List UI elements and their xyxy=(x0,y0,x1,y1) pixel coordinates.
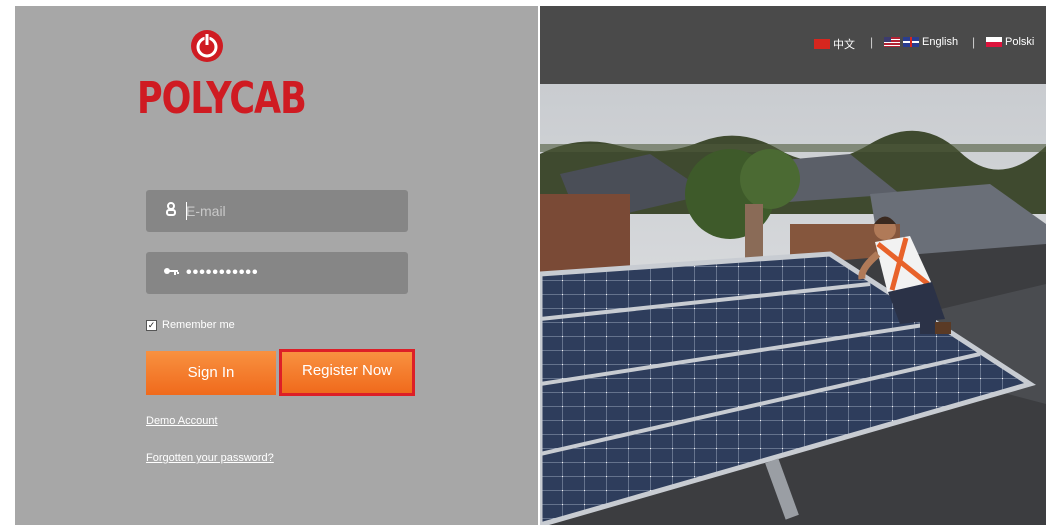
language-label: English xyxy=(922,36,959,48)
remember-me[interactable]: ✓ Remember me xyxy=(146,318,235,332)
language-chinese[interactable]: 中文 xyxy=(814,36,855,52)
forgot-password-link[interactable]: Forgotten your password? xyxy=(146,452,274,464)
solar-installer-photo xyxy=(540,84,1046,525)
poland-flag-icon xyxy=(986,37,1002,47)
language-label: Polski xyxy=(1005,36,1035,48)
email-input[interactable] xyxy=(186,199,396,223)
brand-logo: POLYCAB xyxy=(137,26,307,126)
uk-flag-icon xyxy=(903,37,919,47)
key-icon xyxy=(162,264,180,282)
sign-in-button[interactable]: Sign In xyxy=(146,351,276,395)
password-field[interactable] xyxy=(146,252,408,294)
power-logo-icon xyxy=(191,30,223,62)
language-english[interactable]: English xyxy=(884,36,958,48)
hero-panel: 中文 | English | Polski xyxy=(540,6,1046,525)
china-flag-icon xyxy=(814,39,830,49)
user-icon xyxy=(162,202,180,220)
divider: | xyxy=(972,35,976,49)
checkbox-icon[interactable]: ✓ xyxy=(146,319,157,331)
language-polish[interactable]: Polski xyxy=(986,36,1034,48)
language-bar: 中文 | English | Polski xyxy=(540,6,1046,84)
brand-name: POLYCAB xyxy=(137,74,307,124)
login-panel: POLYCAB ✓ Remember me Sign In Register N… xyxy=(15,6,538,525)
language-label: 中文 xyxy=(833,39,855,51)
us-uk-flag-icon xyxy=(884,37,900,47)
remember-label: Remember me xyxy=(162,319,235,331)
demo-account-link[interactable]: Demo Account xyxy=(146,415,218,427)
register-now-button[interactable]: Register Now xyxy=(279,349,415,396)
email-field[interactable] xyxy=(146,190,408,232)
password-input[interactable] xyxy=(186,261,396,285)
divider: | xyxy=(870,35,874,49)
